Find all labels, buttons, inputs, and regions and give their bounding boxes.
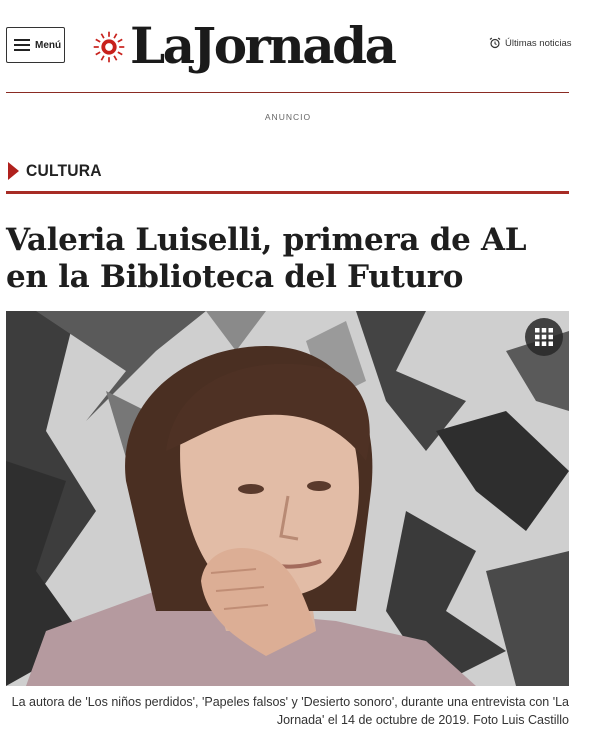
gallery-button[interactable] bbox=[525, 318, 563, 356]
latest-news-label: Últimas noticias bbox=[505, 37, 572, 49]
menu-label: Menú bbox=[35, 39, 62, 51]
site-logo[interactable]: LaJornada bbox=[92, 6, 397, 86]
article-headline: Valeria Luiselli, primera de AL en la Bi… bbox=[6, 222, 527, 295]
header-divider bbox=[6, 92, 569, 93]
site-header: Menú LaJornada Últimas noticias bbox=[0, 0, 590, 92]
latest-news-link[interactable]: Últimas noticias bbox=[489, 37, 572, 49]
triangle-right-icon bbox=[8, 162, 19, 180]
article-photo[interactable] bbox=[6, 311, 569, 686]
grid-gallery-icon bbox=[535, 328, 553, 346]
section-divider bbox=[6, 191, 569, 194]
alarm-clock-icon bbox=[489, 37, 501, 49]
logo-wordmark: LaJornada bbox=[130, 16, 397, 75]
section-label: CULTURA bbox=[26, 161, 102, 180]
photo-caption: La autora de 'Los niños perdidos', 'Pape… bbox=[11, 695, 569, 727]
menu-button[interactable]: Menú bbox=[6, 27, 65, 63]
portrait-photo-illustration bbox=[6, 311, 569, 686]
section-link-cultura[interactable]: CULTURA bbox=[8, 156, 108, 186]
ad-label: ANUNCIO bbox=[264, 112, 312, 122]
hamburger-icon bbox=[14, 39, 30, 51]
sun-logo-icon bbox=[93, 31, 125, 63]
